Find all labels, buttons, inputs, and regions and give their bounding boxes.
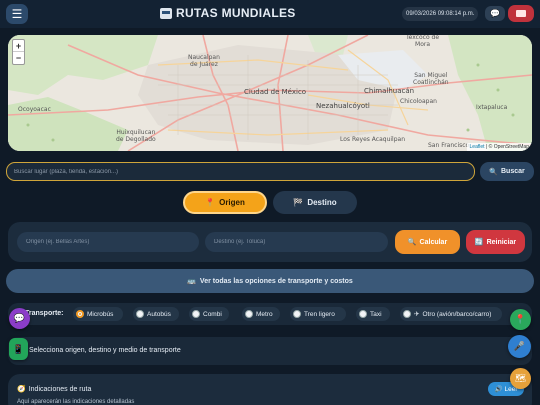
search-button[interactable]: 🔍 Buscar [480, 162, 534, 181]
transport-options-button[interactable]: 🚌 Ver todas las opciones de transporte y… [6, 269, 534, 293]
radio-otro-label: Otro (avión/barco/carro) [422, 310, 492, 318]
datetime-badge: 09/03/2026 09:08:14 p.m. [402, 7, 479, 21]
radio-indicator [403, 310, 411, 318]
map-label-chimalhuacan: Chimalhuacán [364, 87, 415, 95]
leaflet-link[interactable]: Leaflet [470, 144, 485, 150]
map-label-la-paz: Los Reyes Acaquilpan [340, 136, 406, 143]
bus-icon: 🚌 [187, 278, 196, 285]
envelope-icon [516, 10, 526, 17]
directions-empty-text: Aquí aparecerán las indicaciones detalla… [17, 399, 135, 405]
radio-taxi[interactable]: Taxi [356, 307, 390, 321]
radio-autobus-label: Autobús [147, 310, 171, 318]
reset-label: Reiniciar [486, 238, 517, 246]
reset-button[interactable]: 🔄 Reiniciar [466, 230, 525, 254]
phone-icon: 📱 [12, 343, 25, 354]
radio-combi-label: Combi [203, 310, 222, 318]
map-view[interactable]: + − Naucalpan de Juárez Ciudad de México… [8, 35, 532, 151]
map-label-naucalpan: Naucalpan de Juárez [188, 54, 220, 68]
radio-tren-ligero-label: Tren ligero [304, 310, 335, 318]
tab-origin-label: Origen [219, 198, 245, 207]
speaker-icon: 🔊 [494, 386, 503, 393]
search-button-label: Buscar [500, 168, 525, 175]
search-icon: 🔍 [407, 239, 417, 246]
mail-button[interactable] [508, 5, 534, 22]
directions-title: 🧭 Indicaciones de ruta [17, 385, 92, 394]
pin-icon: 📍 [205, 198, 216, 207]
radio-indicator [293, 310, 301, 318]
place-search-input[interactable] [6, 162, 475, 181]
directions-title-label: Indicaciones de ruta [28, 385, 92, 393]
zoom-in-button[interactable]: + [13, 40, 24, 52]
map-float-button[interactable]: 🗺 [510, 368, 531, 389]
osm-attribution: | © OpenStreetMap [485, 144, 529, 150]
map-label-ocoyoacac: Ocoyoacac [18, 106, 51, 113]
chat-float-button[interactable]: 💬 [9, 308, 30, 329]
flag-icon: 🏁 [293, 198, 304, 207]
map-attribution: Leaflet | © OpenStreetMap [466, 143, 532, 151]
radio-microbus-label: Microbús [87, 310, 114, 318]
radio-metro-label: Metro [256, 310, 273, 318]
airplane-icon: ✈ [414, 311, 420, 318]
speech-bubble-icon: 💬 [13, 313, 26, 323]
map-label-texcoco: Texcoco de Mora [406, 35, 440, 48]
location-float-button[interactable]: 📍 [510, 309, 531, 330]
app-header: ☰ RUTAS MUNDIALES 09/03/2026 09:08:14 p.… [0, 0, 540, 28]
radio-otro[interactable]: ✈ Otro (avión/barco/carro) [400, 307, 502, 321]
chat-button[interactable]: 💬 [485, 6, 505, 21]
tab-destination[interactable]: 🏁 Destino [273, 191, 357, 214]
status-message: Selecciona origen, destino y medio de tr… [29, 347, 181, 354]
microphone-icon: 🎤 [513, 341, 526, 351]
radio-indicator [76, 310, 84, 318]
phone-float-button[interactable]: 📱 [9, 338, 28, 360]
map-label-san-francisco: San Francisco [428, 142, 470, 149]
hamburger-icon: ☰ [11, 7, 23, 21]
radio-indicator [136, 310, 144, 318]
compass-icon: 🧭 [17, 386, 26, 393]
map-label-san-miguel: San Miguel Coatlinchán [413, 72, 449, 86]
calculate-button[interactable]: 🔍 Calcular [395, 230, 460, 254]
radio-metro[interactable]: Metro [242, 307, 280, 321]
location-pin-icon: 📍 [514, 314, 527, 324]
menu-button[interactable]: ☰ [6, 4, 28, 24]
radio-indicator [245, 310, 253, 318]
search-icon: 🔍 [489, 168, 498, 176]
tab-destination-label: Destino [307, 198, 337, 207]
map-label-ixtapaluca: Ixtapaluca [476, 104, 508, 111]
bus-icon [160, 7, 172, 19]
transport-options-label: Ver todas las opciones de transporte y c… [199, 277, 353, 285]
transport-label: Transporte: [25, 310, 64, 317]
calculate-label: Calcular [419, 238, 448, 246]
zoom-control: + − [12, 39, 25, 65]
map-icon: 🗺 [514, 373, 527, 383]
voice-float-button[interactable]: 🎤 [508, 335, 531, 358]
map-label-ciudad: Ciudad de México [244, 88, 307, 96]
chat-icon: 💬 [490, 9, 500, 18]
map-label-nezahualcoyotl: Nezahualcóyotl [316, 102, 370, 110]
app-brand: RUTAS MUNDIALES [160, 6, 296, 20]
app-title: RUTAS MUNDIALES [176, 6, 296, 20]
map-label-chicoloapan: Chicoloapan [400, 98, 437, 105]
tab-origin[interactable]: 📍 Origen [183, 191, 267, 214]
radio-indicator [192, 310, 200, 318]
zoom-out-button[interactable]: − [13, 52, 24, 64]
radio-taxi-label: Taxi [370, 310, 382, 318]
radio-indicator [359, 310, 367, 318]
radio-tren-ligero[interactable]: Tren ligero [290, 307, 346, 321]
radio-autobus[interactable]: Autobús [133, 307, 179, 321]
refresh-icon: 🔄 [474, 239, 484, 246]
map-label-huixquilucan: Huixquilucan de Degollado [116, 129, 156, 143]
destination-input[interactable] [205, 232, 388, 252]
radio-combi[interactable]: Combi [189, 307, 229, 321]
radio-microbus[interactable]: Microbús [73, 307, 123, 321]
origin-input[interactable] [17, 232, 199, 252]
